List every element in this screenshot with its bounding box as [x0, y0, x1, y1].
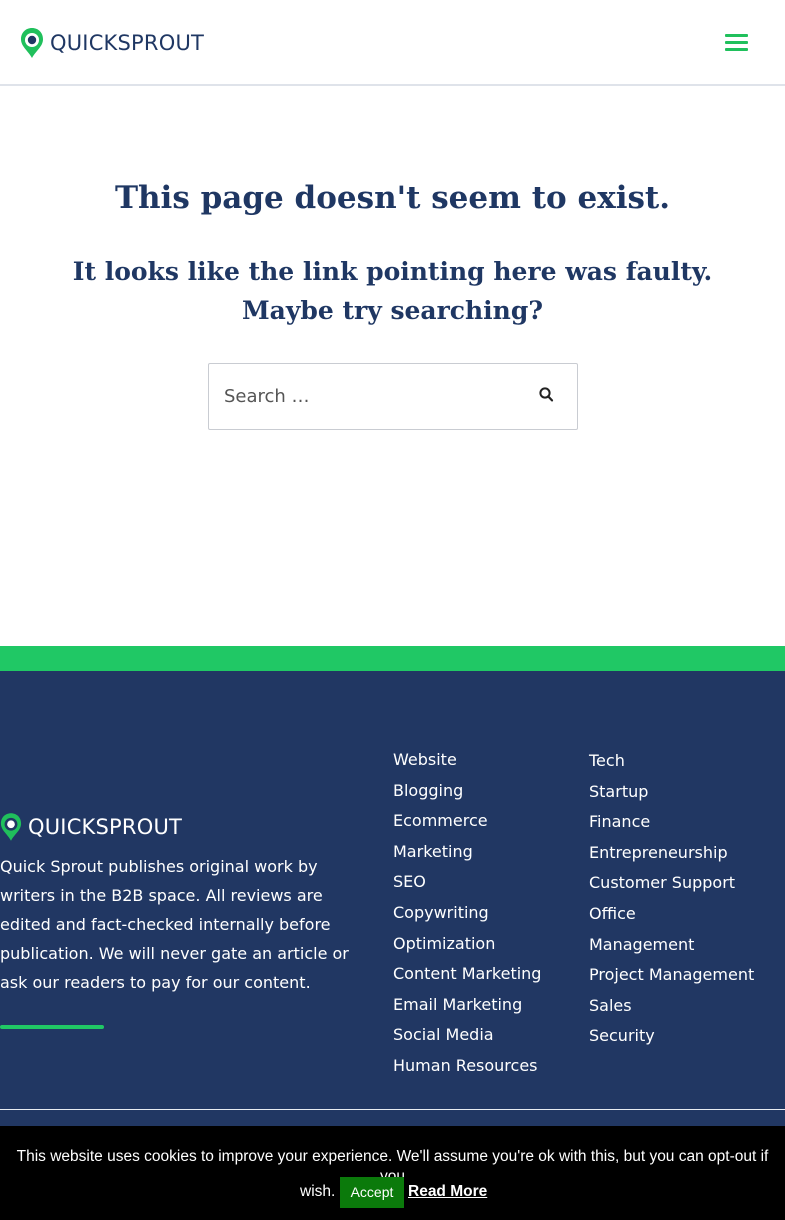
footer-link[interactable]: Optimization	[393, 929, 573, 960]
page-title: This page doesn't seem to exist.	[114, 180, 671, 216]
footer-link[interactable]: Social Media	[393, 1020, 573, 1051]
footer-link[interactable]: Entrepreneurship	[589, 838, 779, 869]
footer-link[interactable]: Ecommerce	[393, 806, 573, 837]
page-subtitle: It looks like the link pointing here was…	[72, 257, 713, 325]
footer-link[interactable]: Marketing	[393, 837, 573, 868]
footer-link[interactable]: Customer Support	[589, 868, 779, 899]
footer-accent-line	[0, 1025, 104, 1029]
quicksprout-logo-icon	[21, 28, 43, 58]
footer-link[interactable]: Startup	[589, 777, 779, 808]
cookie-read-more-link[interactable]: Read More	[408, 1182, 487, 1202]
footer-link[interactable]: Security	[589, 1021, 779, 1052]
footer-link[interactable]: Content Marketing	[393, 959, 573, 990]
footer-link[interactable]: Management	[589, 930, 779, 961]
footer-link[interactable]: Office	[589, 899, 779, 930]
footer-link[interactable]: Email Marketing	[393, 990, 573, 1021]
footer-accent-band	[0, 646, 785, 671]
footer-link[interactable]: Copywriting	[393, 898, 573, 929]
footer-divider	[0, 1109, 785, 1110]
footer-link[interactable]: SEO	[393, 867, 573, 898]
footer-categories-column-1: Website Blogging Ecommerce Marketing SEO…	[393, 745, 573, 1082]
search-form	[208, 363, 578, 430]
site-logo[interactable]: QUICKSPROUT	[20, 27, 204, 59]
footer-link[interactable]: Blogging	[393, 776, 573, 807]
site-header: QUICKSPROUT	[0, 0, 785, 86]
footer-link[interactable]: Project Management	[589, 960, 779, 991]
footer-link[interactable]: Human Resources	[393, 1051, 573, 1082]
cookie-accept-button[interactable]: Accept	[340, 1177, 404, 1208]
search-input[interactable]	[209, 364, 529, 429]
cookie-message-end: wish.	[300, 1183, 336, 1200]
hamburger-menu-icon[interactable]	[722, 31, 750, 53]
footer-link[interactable]: Sales	[589, 991, 779, 1022]
footer-link[interactable]: Tech	[589, 746, 779, 777]
footer-link[interactable]: Finance	[589, 807, 779, 838]
footer-description: Quick Sprout publishes original work by …	[0, 857, 349, 992]
footer-link[interactable]: Website	[393, 745, 573, 776]
footer-categories-column-2: Tech Startup Finance Entrepreneurship Cu…	[589, 746, 779, 1052]
quicksprout-logo-icon	[0, 813, 22, 841]
search-icon[interactable]	[536, 383, 558, 407]
footer-logo[interactable]: QUICKSPROUT	[0, 812, 182, 842]
footer-logo-text: QUICKSPROUT	[28, 815, 183, 839]
logo-text: QUICKSPROUT	[50, 31, 205, 55]
